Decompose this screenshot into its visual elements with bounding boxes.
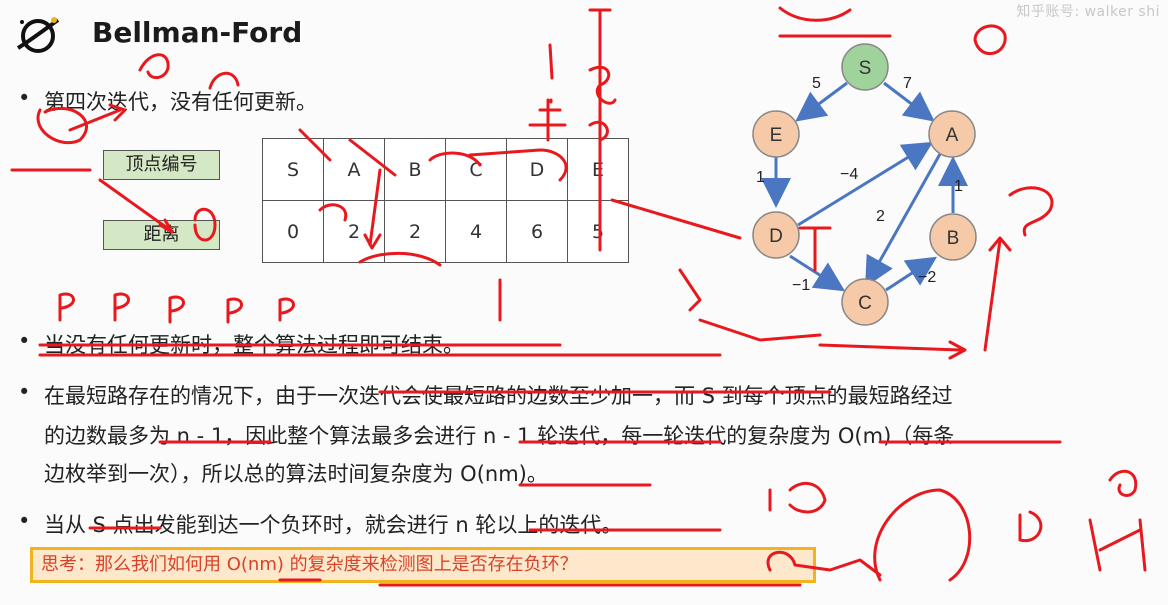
handwriting-annotations	[10, 6, 1147, 587]
